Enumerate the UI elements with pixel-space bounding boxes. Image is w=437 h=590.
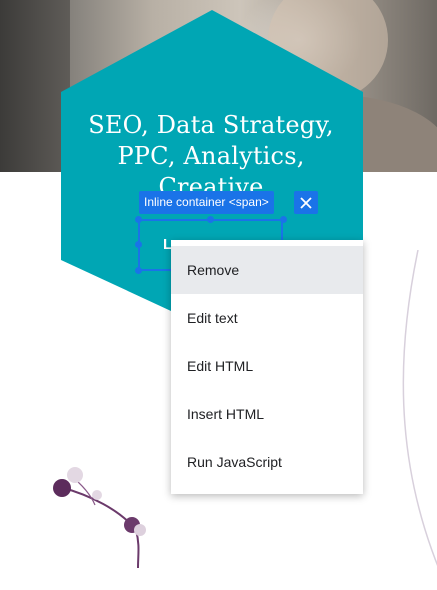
menu-item-edit-text[interactable]: Edit text	[171, 294, 363, 342]
hero-title: SEO, Data Strategy, PPC, Analytics, Crea…	[88, 111, 334, 198]
menu-item-run-javascript[interactable]: Run JavaScript	[171, 438, 363, 486]
menu-item-insert-html[interactable]: Insert HTML	[171, 390, 363, 438]
menu-item-edit-html[interactable]: Edit HTML	[171, 342, 363, 390]
menu-item-remove[interactable]: Remove	[171, 246, 363, 294]
context-menu: Remove Edit text Edit HTML Insert HTML R…	[171, 240, 363, 494]
close-icon[interactable]	[294, 191, 318, 214]
selection-handle-top-middle[interactable]	[207, 216, 214, 223]
inline-container-label: Inline container <span>	[139, 191, 274, 214]
selection-handle-top-left[interactable]	[135, 216, 142, 223]
selection-handle-bottom-left[interactable]	[135, 267, 142, 274]
photo-dark-region	[0, 0, 70, 172]
decorative-curve	[402, 250, 437, 566]
decorative-branch-illustration	[53, 467, 146, 568]
selection-handle-top-right[interactable]	[280, 216, 287, 223]
selection-handle-middle-left[interactable]	[135, 241, 142, 248]
